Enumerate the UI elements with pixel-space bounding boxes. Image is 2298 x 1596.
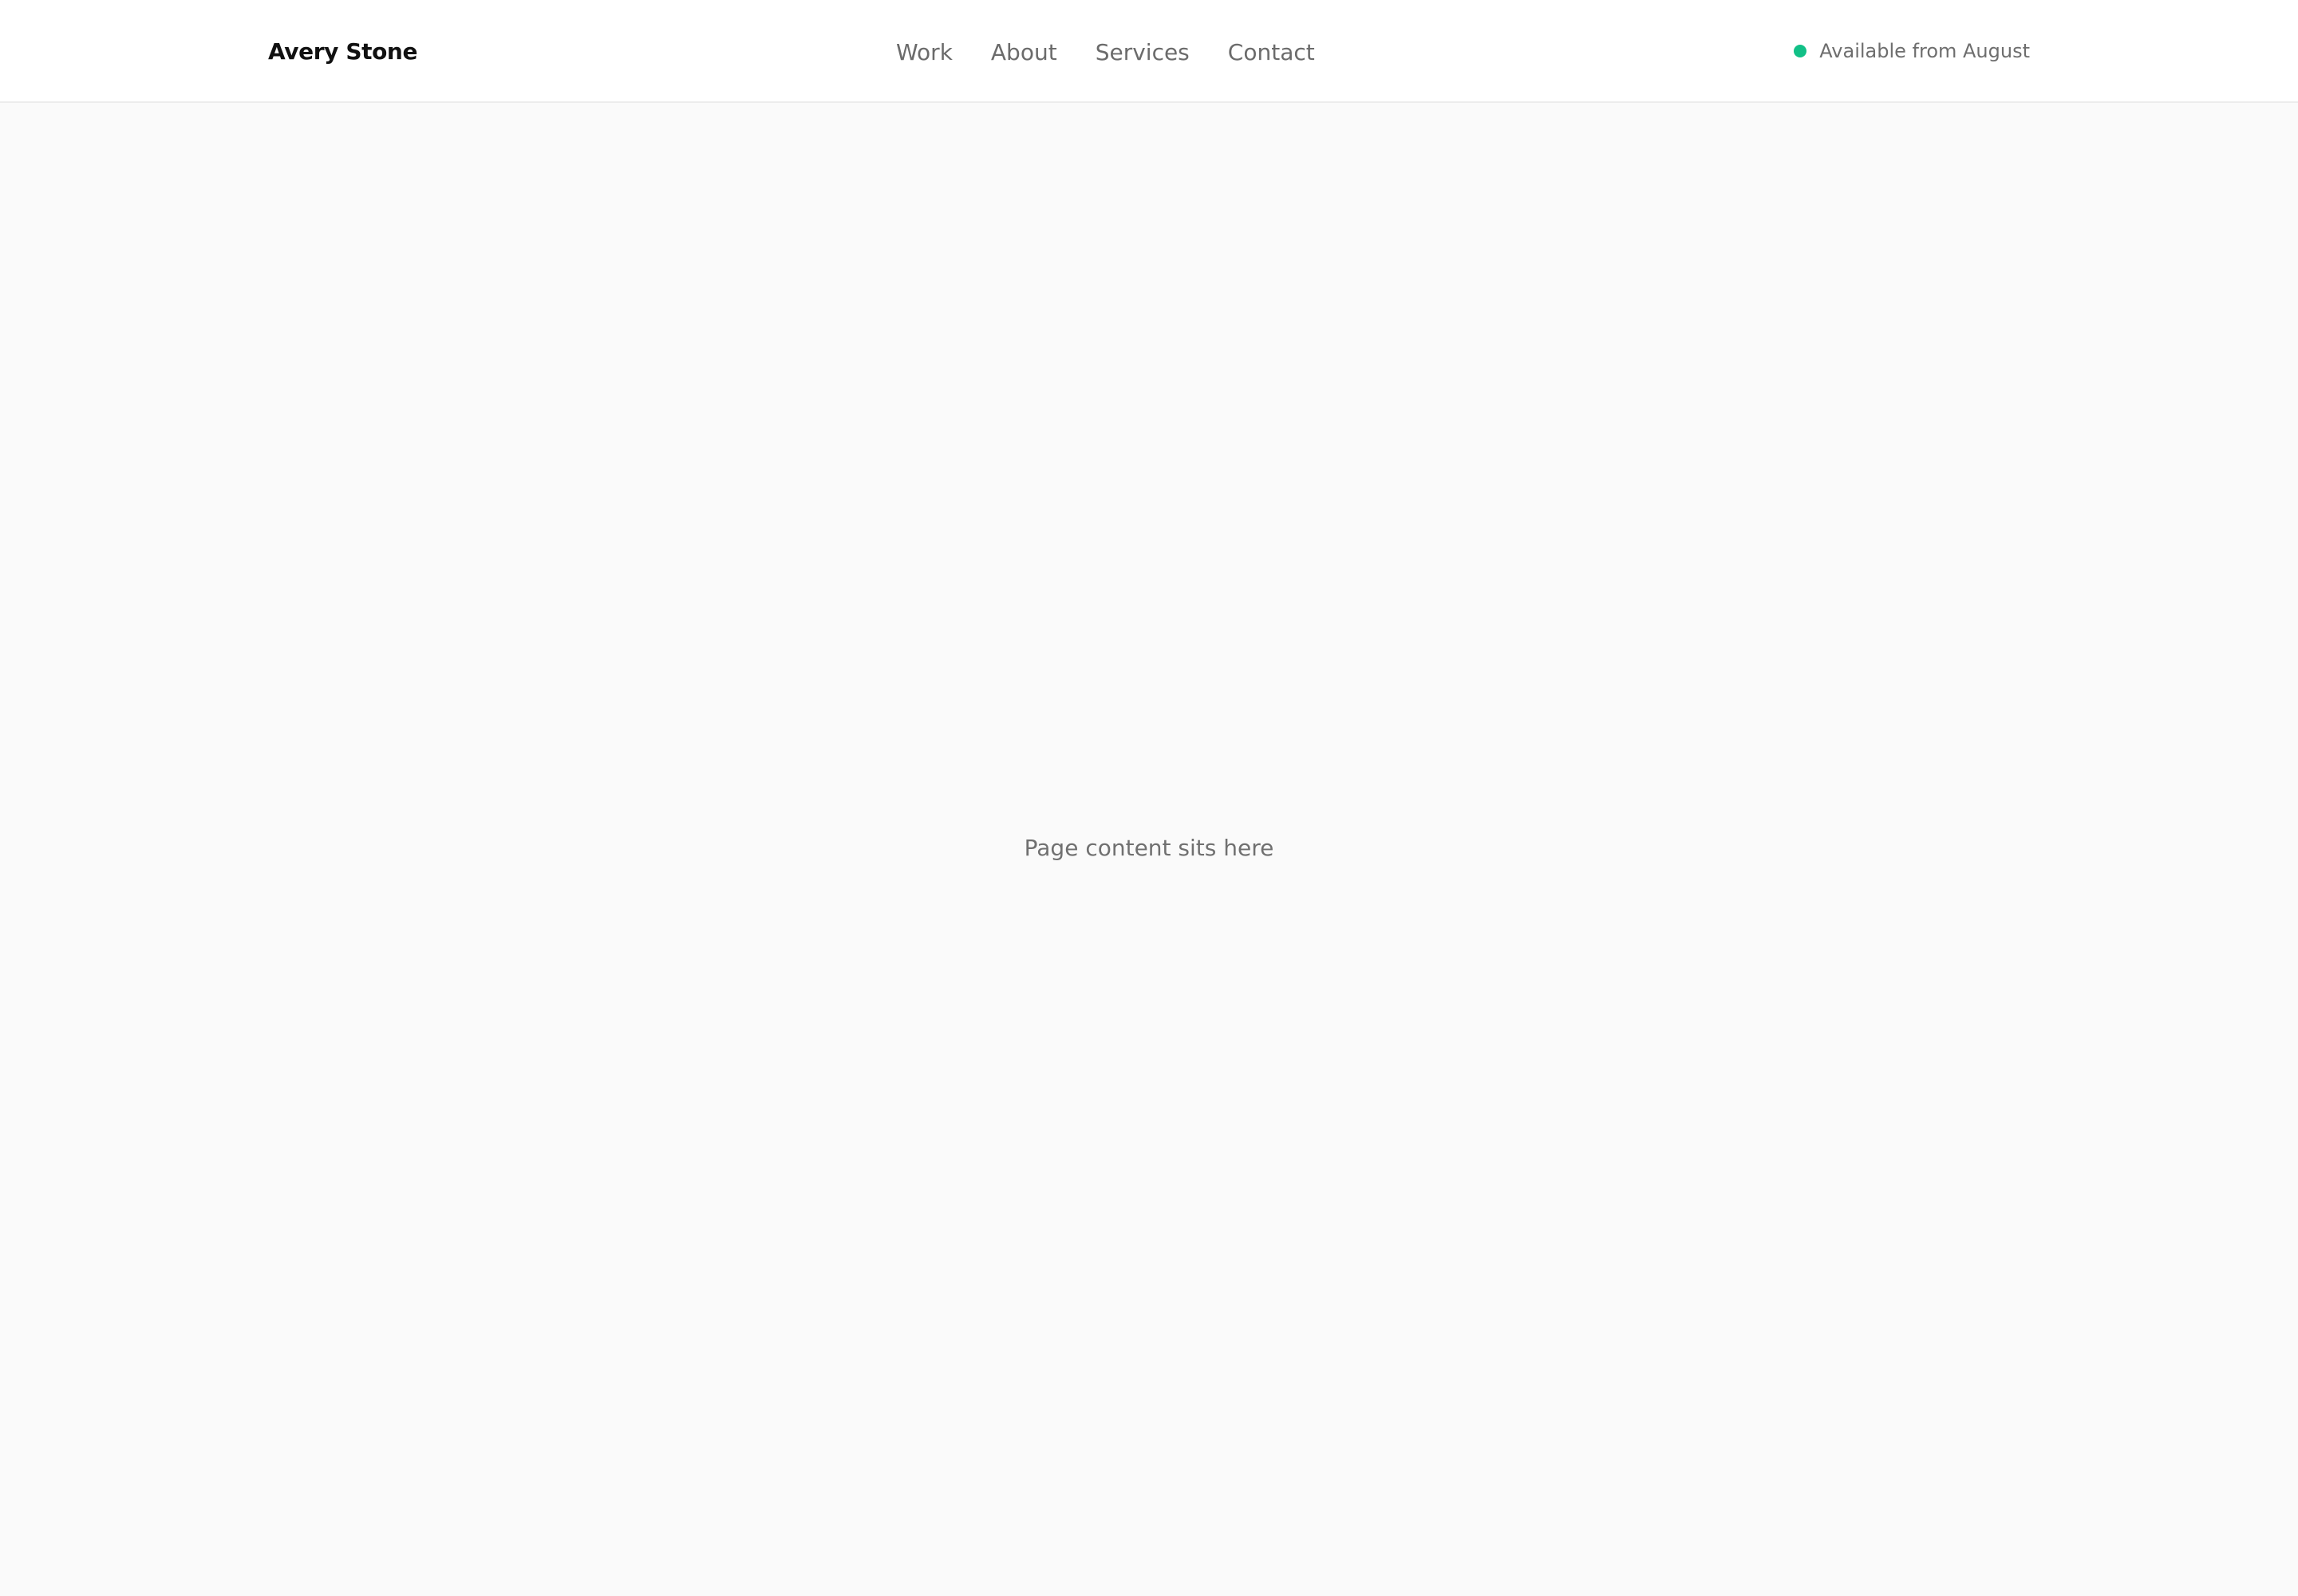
nav-link-work[interactable]: Work xyxy=(896,38,953,68)
brand-logo-link[interactable]: Avery Stone xyxy=(268,37,417,67)
nav-link-contact[interactable]: Contact xyxy=(1228,38,1315,68)
site-header: Avery Stone Work About Services Contact … xyxy=(0,0,2298,103)
availability-text: Available from August xyxy=(1819,40,2030,62)
main-navigation: Work About Services Contact xyxy=(896,37,1315,69)
availability-status: Available from August xyxy=(1794,37,2030,65)
nav-link-services[interactable]: Services xyxy=(1096,38,1190,68)
status-dot-icon xyxy=(1794,45,1807,57)
content-placeholder-text: Page content sits here xyxy=(1024,835,1274,861)
page-content: Page content sits here xyxy=(0,103,2298,1596)
nav-link-about[interactable]: About xyxy=(991,38,1057,68)
